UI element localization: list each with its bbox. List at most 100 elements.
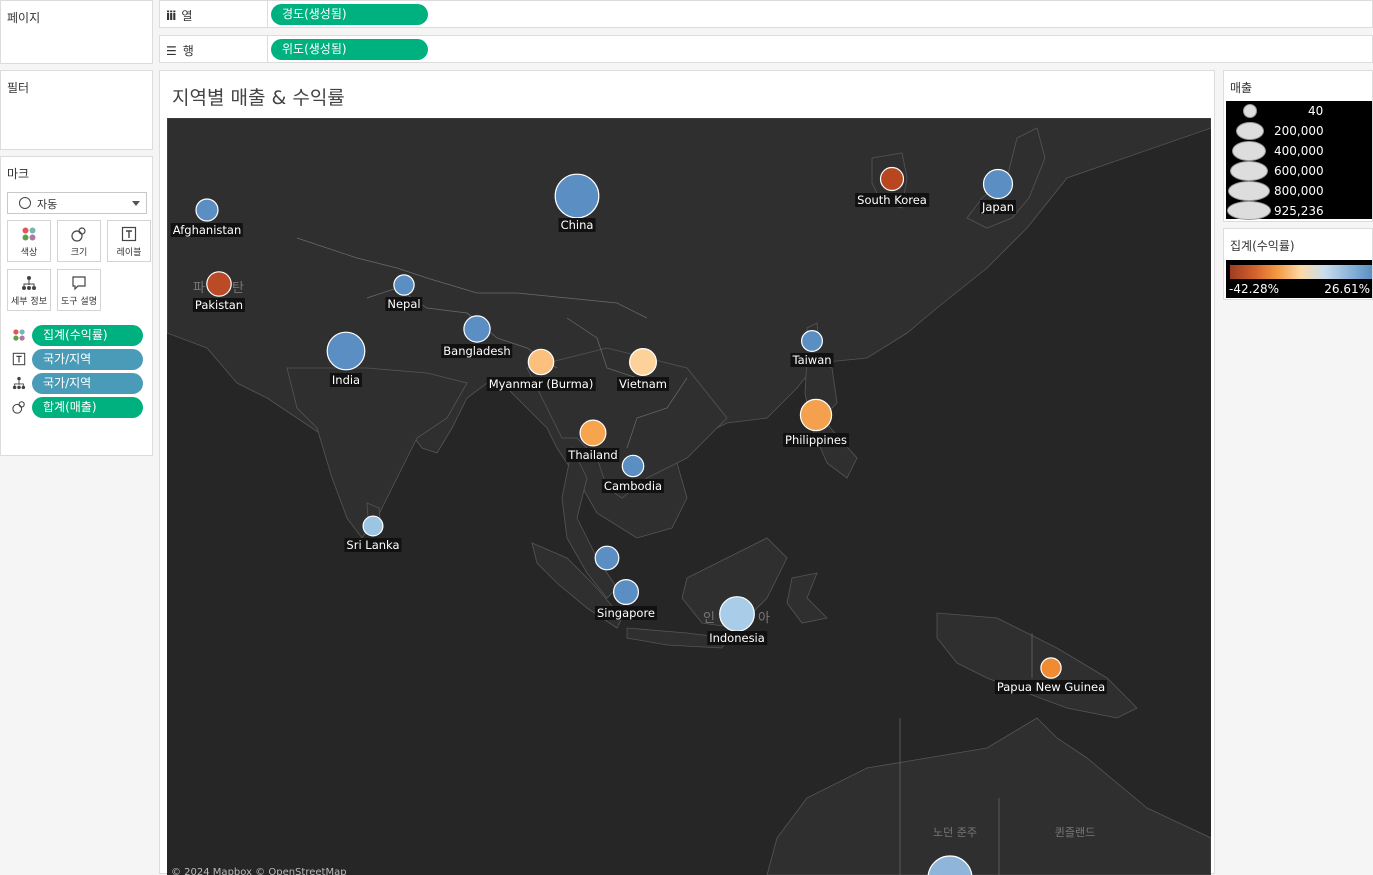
marks-field-size[interactable]: 합계(매출) <box>11 397 143 419</box>
mark-type-select[interactable]: 자동 <box>7 192 147 214</box>
text-icon <box>108 226 150 244</box>
longitude-pill[interactable]: 경도(생성됨) <box>271 4 428 25</box>
size-legend-value: 200,000 <box>1274 124 1324 138</box>
country-bubble-cambodia[interactable] <box>621 454 645 478</box>
size-swatch <box>1232 141 1266 161</box>
color-dots-icon <box>11 328 27 344</box>
size-icon <box>58 226 100 244</box>
size-legend-item: 800,000 <box>1226 181 1372 201</box>
country-bubble-pakistan[interactable] <box>206 271 232 297</box>
country-bubble-myanmar-burma-[interactable] <box>527 348 555 376</box>
rows-label: 행 <box>182 44 194 58</box>
country-bubble-nepal[interactable] <box>393 274 415 296</box>
size-legend-card[interactable]: 매출 40 200,000 400,000 600,000 800,000 92… <box>1223 70 1373 222</box>
pages-panel: 페이지 <box>0 0 153 64</box>
color-dots-icon <box>8 226 50 244</box>
color-button[interactable]: 색상 <box>7 220 51 262</box>
marks-field-color[interactable]: 집계(수익률) <box>11 325 143 347</box>
color-legend-card[interactable]: 집계(수익률) -42.28% 26.61% <box>1223 228 1373 300</box>
size-legend-item: 400,000 <box>1226 141 1372 161</box>
country-bubble-philippines[interactable] <box>799 398 833 432</box>
color-legend-max: 26.61% <box>1324 282 1370 296</box>
filters-panel[interactable]: 필터 <box>0 70 153 150</box>
size-swatch <box>1227 201 1271 220</box>
detail-button-label: 세부 정보 <box>11 297 47 307</box>
circle-mark-icon <box>19 197 31 209</box>
tooltip-button-label: 도구 설명 <box>61 297 97 307</box>
shelf-divider <box>267 1 268 27</box>
country-label: Taiwan <box>790 353 834 368</box>
country-label: Japan <box>979 200 1017 215</box>
size-swatch <box>1243 104 1257 118</box>
country-bubble-australia[interactable] <box>927 855 973 875</box>
color-legend-min: -42.28% <box>1229 282 1280 296</box>
country-label: Cambodia <box>601 478 665 493</box>
country-bubble-south-korea[interactable] <box>879 166 905 192</box>
country-label: South Korea <box>855 192 929 207</box>
detail-tree-icon <box>11 376 27 392</box>
size-button[interactable]: 크기 <box>57 220 101 262</box>
country-bubble-singapore[interactable] <box>613 579 640 606</box>
marks-field-detail[interactable]: 국가/지역 <box>11 373 143 395</box>
country-bubble-papua-new-guinea[interactable] <box>1040 657 1062 679</box>
size-legend-value: 600,000 <box>1274 164 1324 178</box>
country-bubble-china[interactable] <box>554 173 600 219</box>
size-legend-title: 매출 <box>1230 81 1253 95</box>
size-swatch <box>1230 161 1268 181</box>
view-title: 지역별 매출 & 수익률 <box>172 87 345 109</box>
country-bubble-afghanistan[interactable] <box>195 198 219 222</box>
country-bubble-sri-lanka[interactable] <box>362 515 384 537</box>
country-label-pill[interactable]: 국가/지역 <box>32 349 143 370</box>
size-swatch <box>1228 181 1270 201</box>
latitude-pill[interactable]: 위도(생성됨) <box>271 39 428 60</box>
country-bubble-vietnam[interactable] <box>629 348 658 377</box>
country-label: Nepal <box>385 297 423 312</box>
size-legend-item: 925,236 <box>1226 201 1372 221</box>
text-icon <box>11 352 27 368</box>
rows-icon: ☰ <box>166 43 177 58</box>
country-bubble-thailand[interactable] <box>579 419 607 447</box>
country-label: India <box>329 373 363 387</box>
marks-panel: 마크 자동 색상 크기 레이블 세부 정보 도구 설명 집계(수익률) 국가/지… <box>0 156 153 456</box>
country-bubble-bangladesh[interactable] <box>463 315 491 343</box>
filters-title: 필터 <box>7 81 30 95</box>
tooltip-bubble-icon <box>58 275 100 293</box>
size-legend-value: 40 <box>1308 104 1324 118</box>
profit-ratio-pill[interactable]: 집계(수익률) <box>32 325 143 346</box>
country-label: Singapore <box>594 606 658 621</box>
worksheet-view: 지역별 매출 & 수익률 파 탄 인 아 노던 준주 퀸즐랜드 China In… <box>159 70 1215 875</box>
country-bubble-india[interactable] <box>326 331 366 371</box>
rows-shelf[interactable]: ☰ 행 위도(생성됨) <box>159 35 1373 63</box>
pages-title: 페이지 <box>7 11 41 25</box>
marks-field-label[interactable]: 국가/지역 <box>11 349 143 371</box>
rows-shelf-label: ☰ 행 <box>166 42 194 59</box>
country-label: Thailand <box>566 447 620 462</box>
map-canvas[interactable]: 파 탄 인 아 노던 준주 퀸즐랜드 China India Indonesia Ph… <box>167 118 1211 875</box>
country-bubble-japan[interactable] <box>982 168 1014 200</box>
country-label: China <box>558 218 596 232</box>
size-legend-item: 200,000 <box>1226 121 1372 141</box>
color-legend: -42.28% 26.61% <box>1226 260 1372 298</box>
country-detail-pill[interactable]: 국가/지역 <box>32 373 143 394</box>
country-label: Philippines <box>783 433 849 447</box>
marks-title: 마크 <box>7 167 30 181</box>
size-button-label: 크기 <box>70 248 88 258</box>
size-legend-value: 800,000 <box>1274 184 1324 198</box>
country-label: Myanmar (Burma) <box>486 376 596 391</box>
country-bubble-malaysia[interactable] <box>594 545 620 571</box>
chevron-down-icon <box>132 201 140 206</box>
country-label: Pakistan <box>192 298 246 312</box>
country-bubble-indonesia[interactable] <box>719 596 755 632</box>
mark-type-value: 자동 <box>37 198 58 211</box>
country-bubble-taiwan[interactable] <box>800 330 823 353</box>
size-legend-item: 40 <box>1226 101 1372 121</box>
sales-sum-pill[interactable]: 합계(매출) <box>32 397 143 418</box>
label-button-label: 레이블 <box>116 248 142 258</box>
country-label: Indonesia <box>707 631 767 645</box>
columns-shelf[interactable]: iii 열 경도(생성됨) <box>159 0 1373 28</box>
color-legend-title: 집계(수익률) <box>1230 239 1295 253</box>
size-legend: 40 200,000 400,000 600,000 800,000 925,2… <box>1226 101 1372 221</box>
label-button[interactable]: 레이블 <box>107 220 151 262</box>
detail-button[interactable]: 세부 정보 <box>7 269 51 311</box>
tooltip-button[interactable]: 도구 설명 <box>57 269 101 311</box>
